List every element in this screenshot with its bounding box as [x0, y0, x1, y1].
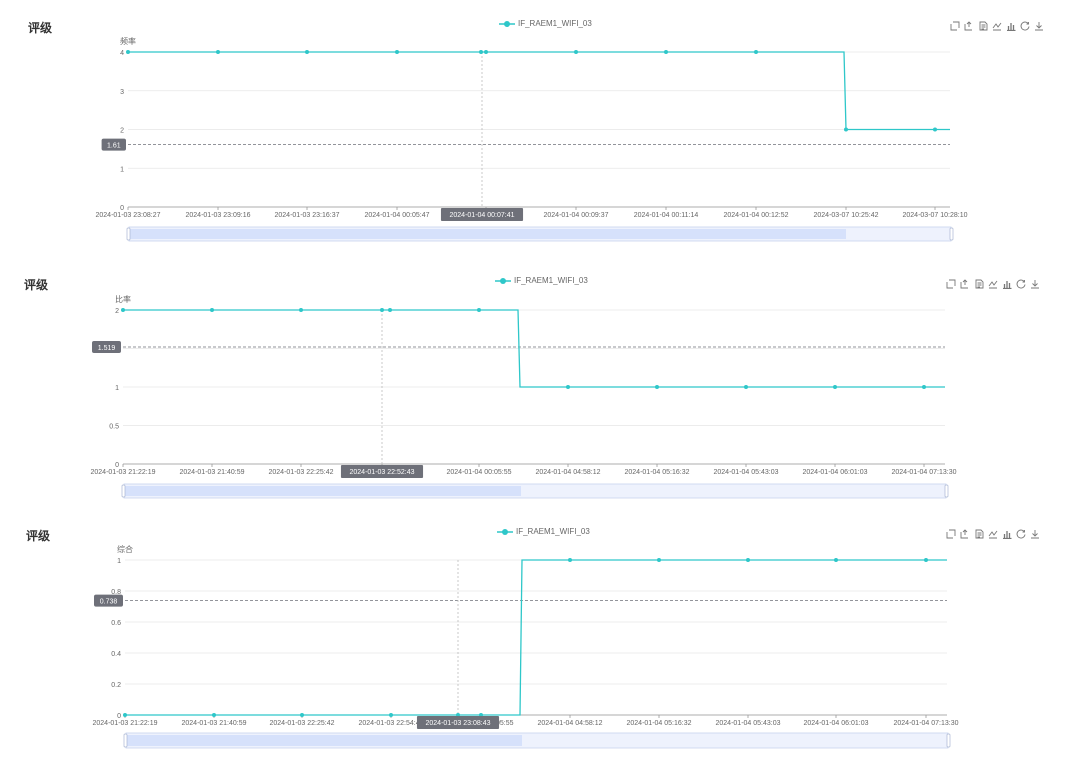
- data-point: [754, 50, 758, 54]
- y-tick-label: 1: [117, 558, 121, 565]
- data-point: [922, 385, 926, 389]
- data-point: [746, 558, 750, 562]
- x-tick-label: 2024-01-03 23:16:37: [275, 212, 340, 219]
- x-tick-label: 2024-01-03 21:22:19: [91, 469, 156, 476]
- datazoom-handle-right: [946, 733, 951, 748]
- data-point: [300, 713, 304, 717]
- data-point: [395, 50, 399, 54]
- x-tick-label: 2024-01-03 23:09:16: [186, 212, 251, 219]
- datazoom-selected-range: [129, 229, 846, 239]
- data-point: [657, 558, 661, 562]
- data-point: [216, 50, 220, 54]
- data-point: [664, 50, 668, 54]
- x-tick-label: 2024-01-03 22:54:42: [359, 720, 424, 727]
- markline-label: 1.519: [98, 345, 116, 352]
- x-tick-label: 2024-01-03 21:40:59: [182, 720, 247, 727]
- datazoom-handle-left: [126, 227, 131, 241]
- data-point: [834, 558, 838, 562]
- x-tick-label: 2024-01-03 21:22:19: [93, 720, 158, 727]
- y-tick-label: 1: [120, 166, 124, 173]
- data-point: [484, 50, 488, 54]
- x-tick-label: 2024-01-04 06:01:03: [804, 720, 869, 727]
- data-point: [477, 308, 481, 312]
- axis-pointer-label: 2024-01-03 22:52:43: [350, 469, 415, 476]
- x-tick-label: 2024-01-04 04:58:12: [536, 469, 601, 476]
- y-axis-label: 综合: [117, 544, 133, 554]
- x-tick-label: 2024-01-04 07:13:30: [892, 469, 957, 476]
- datazoom-handle-left: [121, 484, 126, 498]
- y-tick-label: 0.5: [109, 424, 119, 431]
- chart-panel-2: 评级 IF_RAEM1_WIFI_03 比率00.511.522024-01-0…: [0, 255, 1072, 505]
- datazoom-selected-range: [126, 735, 522, 746]
- data-point: [126, 50, 130, 54]
- data-point: [566, 385, 570, 389]
- markline-label: 1.61: [107, 143, 121, 150]
- x-tick-label: 2024-01-03 23:08:27: [96, 212, 161, 219]
- y-tick-label: 0: [117, 713, 121, 720]
- data-point: [744, 385, 748, 389]
- data-point: [389, 713, 393, 717]
- data-point: [123, 713, 127, 717]
- x-tick-label: 2024-01-03 22:25:42: [269, 469, 334, 476]
- data-point: [655, 385, 659, 389]
- x-tick-label: 2024-01-04 00:09:37: [544, 212, 609, 219]
- x-tick-label: 2024-01-04 05:43:03: [714, 469, 779, 476]
- x-tick-label: 2024-01-04 00:05:47: [365, 212, 430, 219]
- y-tick-label: 4: [120, 50, 124, 57]
- x-tick-label: 2024-01-04 06:01:03: [803, 469, 868, 476]
- y-tick-label: 0: [120, 205, 124, 212]
- y-tick-label: 0.4: [111, 651, 121, 658]
- datazoom-handle-left: [123, 733, 128, 748]
- data-point: [833, 385, 837, 389]
- x-tick-label: 2024-01-03 22:25:42: [270, 720, 335, 727]
- y-tick-label: 3: [120, 89, 124, 96]
- data-point: [299, 308, 303, 312]
- x-tick-label: 2024-01-03 21:40:59: [180, 469, 245, 476]
- data-point: [568, 558, 572, 562]
- data-point: [924, 558, 928, 562]
- y-tick-label: 2: [115, 308, 119, 315]
- chart-panel-3: 评级 IF_RAEM1_WIFI_03 综合 0 0.2 0.4 0.6 0.8 1 2024…: [0, 510, 1072, 772]
- chart-panel-1: 评级 IF_RAEM1_WIFI_03 频率 0 1 2 3 4 2024-01-03 23…: [0, 0, 1072, 250]
- data-point: [844, 127, 848, 132]
- datazoom-handle-right: [949, 227, 954, 241]
- x-tick-label: 2024-01-04 05:16:32: [625, 469, 690, 476]
- y-tick-label: 2: [120, 128, 124, 135]
- data-point: [305, 50, 309, 54]
- x-tick-label: 2024-01-04 00:05:55: [447, 469, 512, 476]
- y-tick-label: 1: [115, 385, 119, 392]
- series-line: [125, 559, 947, 716]
- x-tick-label: 2024-01-04 05:16:32: [627, 720, 692, 727]
- x-tick-label: 2024-01-04 05:43:03: [716, 720, 781, 727]
- data-point: [210, 308, 214, 312]
- data-point: [121, 308, 125, 312]
- data-point: [380, 308, 384, 312]
- data-point: [479, 50, 483, 54]
- datazoom-selected-range: [124, 486, 521, 496]
- data-point: [388, 308, 392, 312]
- x-tick-label: 2024-03-07 10:28:10: [903, 212, 968, 219]
- data-point: [574, 50, 578, 54]
- data-point: [933, 127, 937, 132]
- axis-pointer-label: 2024-01-03 23:08:43: [426, 720, 491, 727]
- y-tick-label: 0.2: [111, 682, 121, 689]
- line-chart: 频率 0 1 2 3 4 2024-01-03 23:08:27 2024-01-03 23:…: [96, 36, 968, 242]
- x-tick-label: 2024-01-04 00:11:14: [634, 212, 699, 219]
- y-tick-label: 0: [115, 462, 119, 469]
- line-chart: 综合00.20.40.60.812024-01-03 21:22:19 2024-…: [93, 544, 959, 749]
- axis-pointer-label: 2024-01-04 00:07:41: [450, 212, 515, 219]
- x-tick-label: 2024-01-04 07:13:30: [894, 720, 959, 727]
- y-tick-label: 0.6: [111, 620, 121, 627]
- y-axis-label: 比率: [115, 294, 131, 304]
- line-chart: 比率00.511.522024-01-03 21:22:192024-01-03…: [91, 294, 957, 499]
- x-tick-label: 2024-03-07 10:25:42: [814, 212, 879, 219]
- markline-label: 0.738: [100, 599, 118, 606]
- y-axis-label: 频率: [120, 36, 136, 46]
- data-point: [212, 713, 216, 717]
- datazoom-handle-right: [944, 484, 949, 498]
- x-tick-label: 2024-01-04 04:58:12: [538, 720, 603, 727]
- x-tick-label: 2024-01-04 00:12:52: [724, 212, 789, 219]
